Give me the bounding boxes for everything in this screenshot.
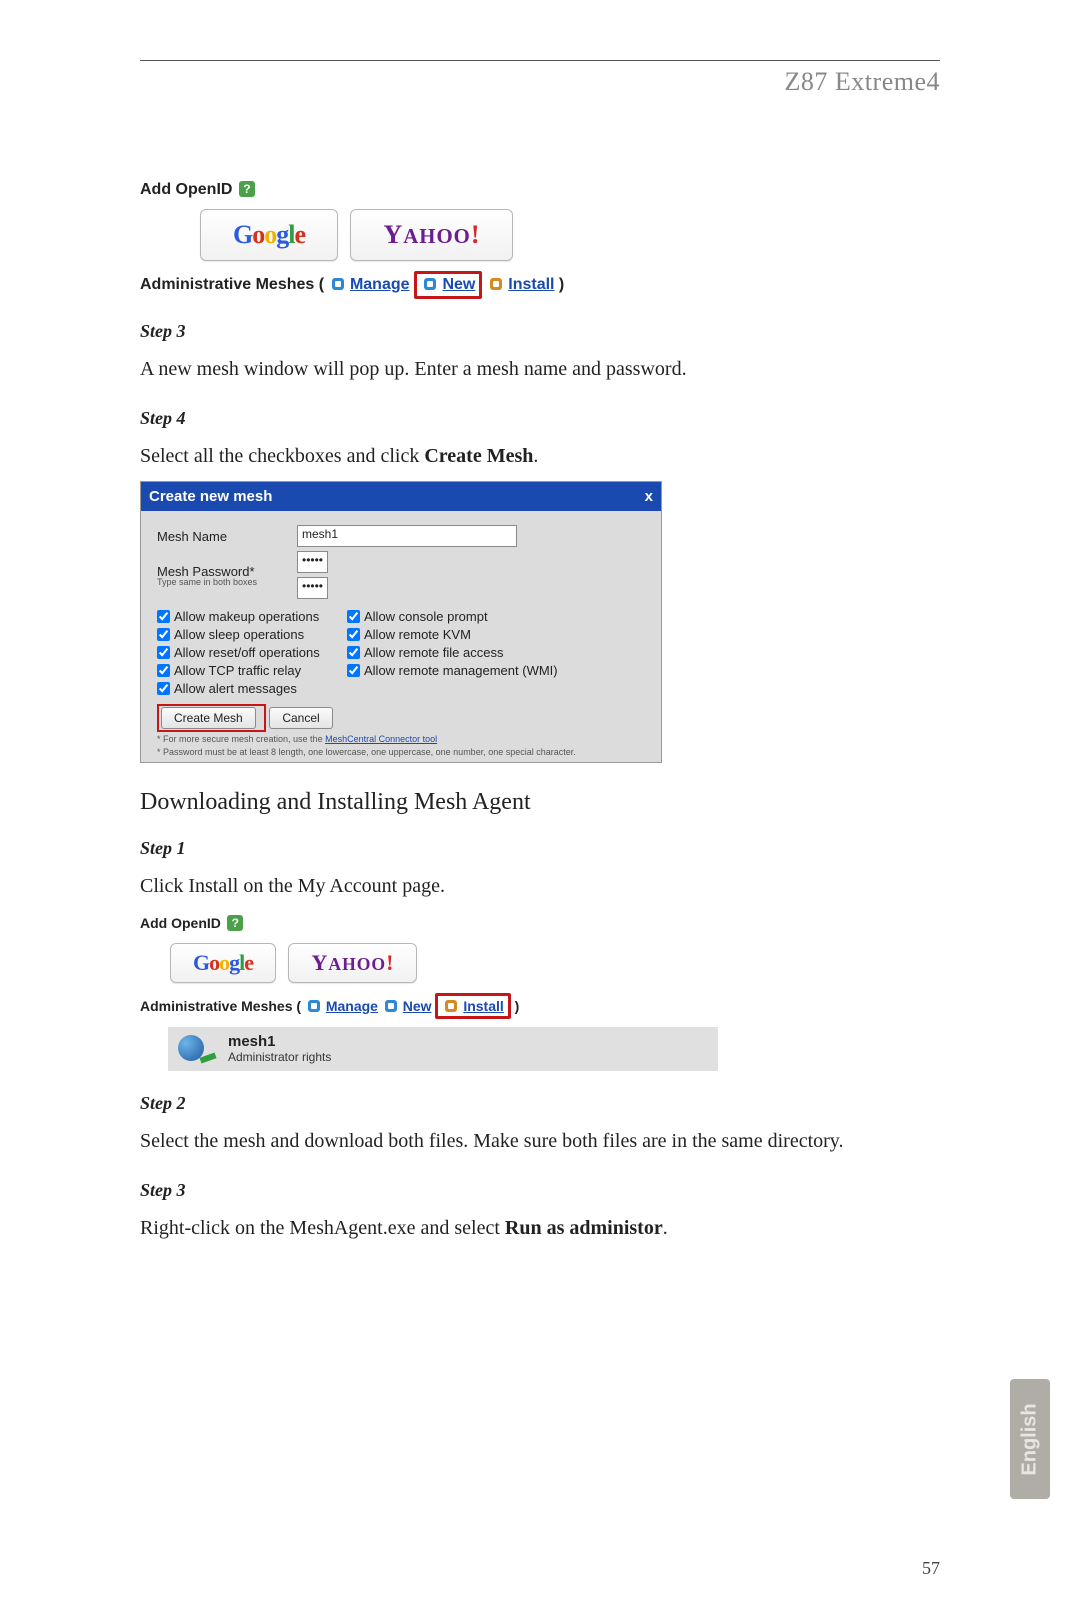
mesh-name-input[interactable]: mesh1 xyxy=(297,525,517,547)
admin-meshes-row-2: Administrative Meshes ( Manage New Insta… xyxy=(140,993,940,1019)
highlight-new: New xyxy=(414,271,482,299)
check-remote-kvm[interactable]: Allow remote KVM xyxy=(347,627,587,642)
s2-step1-text: Click Install on the My Account page. xyxy=(140,869,940,903)
s2-step1-label: Step 1 xyxy=(140,838,940,859)
check-remote-wmi[interactable]: Allow remote management (WMI) xyxy=(347,663,587,678)
mesh-password-note: Type same in both boxes xyxy=(157,577,297,587)
admin-meshes-label: Administrative Meshes xyxy=(140,276,314,293)
mesh-password-input-1[interactable]: ••••• xyxy=(297,551,328,573)
dialog-fineprint-1: * For more secure mesh creation, use the… xyxy=(157,734,645,745)
install-link[interactable]: Install xyxy=(508,276,554,293)
add-openid-label: Add OpenID xyxy=(140,181,232,199)
new-icon xyxy=(424,278,436,290)
yahoo-button-2[interactable]: YAHOO! xyxy=(288,943,417,983)
header-rule xyxy=(140,60,940,61)
mesh-globe-icon xyxy=(178,1033,216,1065)
screenshot-openid-install: Add OpenID ? Google YAHOO! Administrativ… xyxy=(140,911,940,1071)
connector-tool-link[interactable]: MeshCentral Connector tool xyxy=(325,734,437,744)
check-tcp-relay[interactable]: Allow TCP traffic relay xyxy=(157,663,347,678)
admin-meshes-label-2: Administrative Meshes xyxy=(140,998,293,1014)
screenshot-create-mesh-dialog: Create new mesh x Mesh Name mesh1 Mesh P… xyxy=(140,481,662,763)
new-icon-2 xyxy=(385,1000,397,1012)
help-icon[interactable]: ? xyxy=(239,181,255,197)
yahoo-logo-icon-2: YAHOO! xyxy=(311,950,394,975)
product-header: Z87 Extreme4 xyxy=(140,67,940,97)
mesh-name-label: Mesh Name xyxy=(157,529,297,544)
highlight-install: Install xyxy=(435,993,510,1019)
step4-label: Step 4 xyxy=(140,408,940,429)
google-logo-icon: Google xyxy=(233,220,305,249)
close-icon[interactable]: x xyxy=(645,488,653,505)
s2-step2-text: Select the mesh and download both files.… xyxy=(140,1124,940,1158)
manage-link[interactable]: Manage xyxy=(350,276,410,293)
page-number: 57 xyxy=(922,1558,940,1579)
yahoo-logo-icon: YAHOO! xyxy=(383,220,480,249)
highlight-create-mesh: Create Mesh xyxy=(157,704,266,732)
manage-icon xyxy=(332,278,344,290)
google-logo-icon-2: Google xyxy=(193,950,253,975)
manage-icon-2 xyxy=(308,1000,320,1012)
check-reset-off[interactable]: Allow reset/off operations xyxy=(157,645,347,660)
section-heading: Downloading and Installing Mesh Agent xyxy=(140,789,940,816)
cancel-button[interactable]: Cancel xyxy=(269,707,332,729)
help-icon-2[interactable]: ? xyxy=(227,915,243,931)
create-mesh-button[interactable]: Create Mesh xyxy=(161,707,256,729)
install-link-2[interactable]: Install xyxy=(463,998,503,1014)
check-sleep-ops[interactable]: Allow sleep operations xyxy=(157,627,347,642)
check-makeup-ops[interactable]: Allow makeup operations xyxy=(157,609,347,624)
screenshot-openid-new: Add OpenID ? Google YAHOO! Administrativ… xyxy=(140,177,940,299)
check-remote-file[interactable]: Allow remote file access xyxy=(347,645,587,660)
add-openid-label-2: Add OpenID xyxy=(140,915,221,931)
check-console-prompt[interactable]: Allow console prompt xyxy=(347,609,587,624)
manage-link-2[interactable]: Manage xyxy=(326,998,378,1014)
mesh-list-item[interactable]: mesh1 Administrator rights xyxy=(168,1027,718,1071)
s2-step3-text: Right-click on the MeshAgent.exe and sel… xyxy=(140,1211,940,1245)
s2-step2-label: Step 2 xyxy=(140,1093,940,1114)
admin-meshes-row: Administrative Meshes ( Manage New Insta… xyxy=(140,271,940,299)
mesh-name: mesh1 xyxy=(228,1033,331,1050)
mesh-role: Administrator rights xyxy=(228,1050,331,1064)
language-tab: English xyxy=(1010,1379,1050,1499)
dialog-title: Create new mesh xyxy=(149,488,272,505)
install-icon-2 xyxy=(445,1000,457,1012)
install-icon xyxy=(490,278,502,290)
step3-label: Step 3 xyxy=(140,321,940,342)
yahoo-button[interactable]: YAHOO! xyxy=(350,209,513,261)
check-alert-msg[interactable]: Allow alert messages xyxy=(157,681,347,696)
step4-text: Select all the checkboxes and click Crea… xyxy=(140,439,940,473)
google-button[interactable]: Google xyxy=(200,209,338,261)
mesh-password-input-2[interactable]: ••••• xyxy=(297,577,328,599)
dialog-fineprint-2: * Password must be at least 8 length, on… xyxy=(157,747,645,758)
google-button-2[interactable]: Google xyxy=(170,943,276,983)
new-link[interactable]: New xyxy=(442,276,475,293)
s2-step3-label: Step 3 xyxy=(140,1180,940,1201)
new-link-2[interactable]: New xyxy=(403,998,432,1014)
step3-text: A new mesh window will pop up. Enter a m… xyxy=(140,352,940,386)
